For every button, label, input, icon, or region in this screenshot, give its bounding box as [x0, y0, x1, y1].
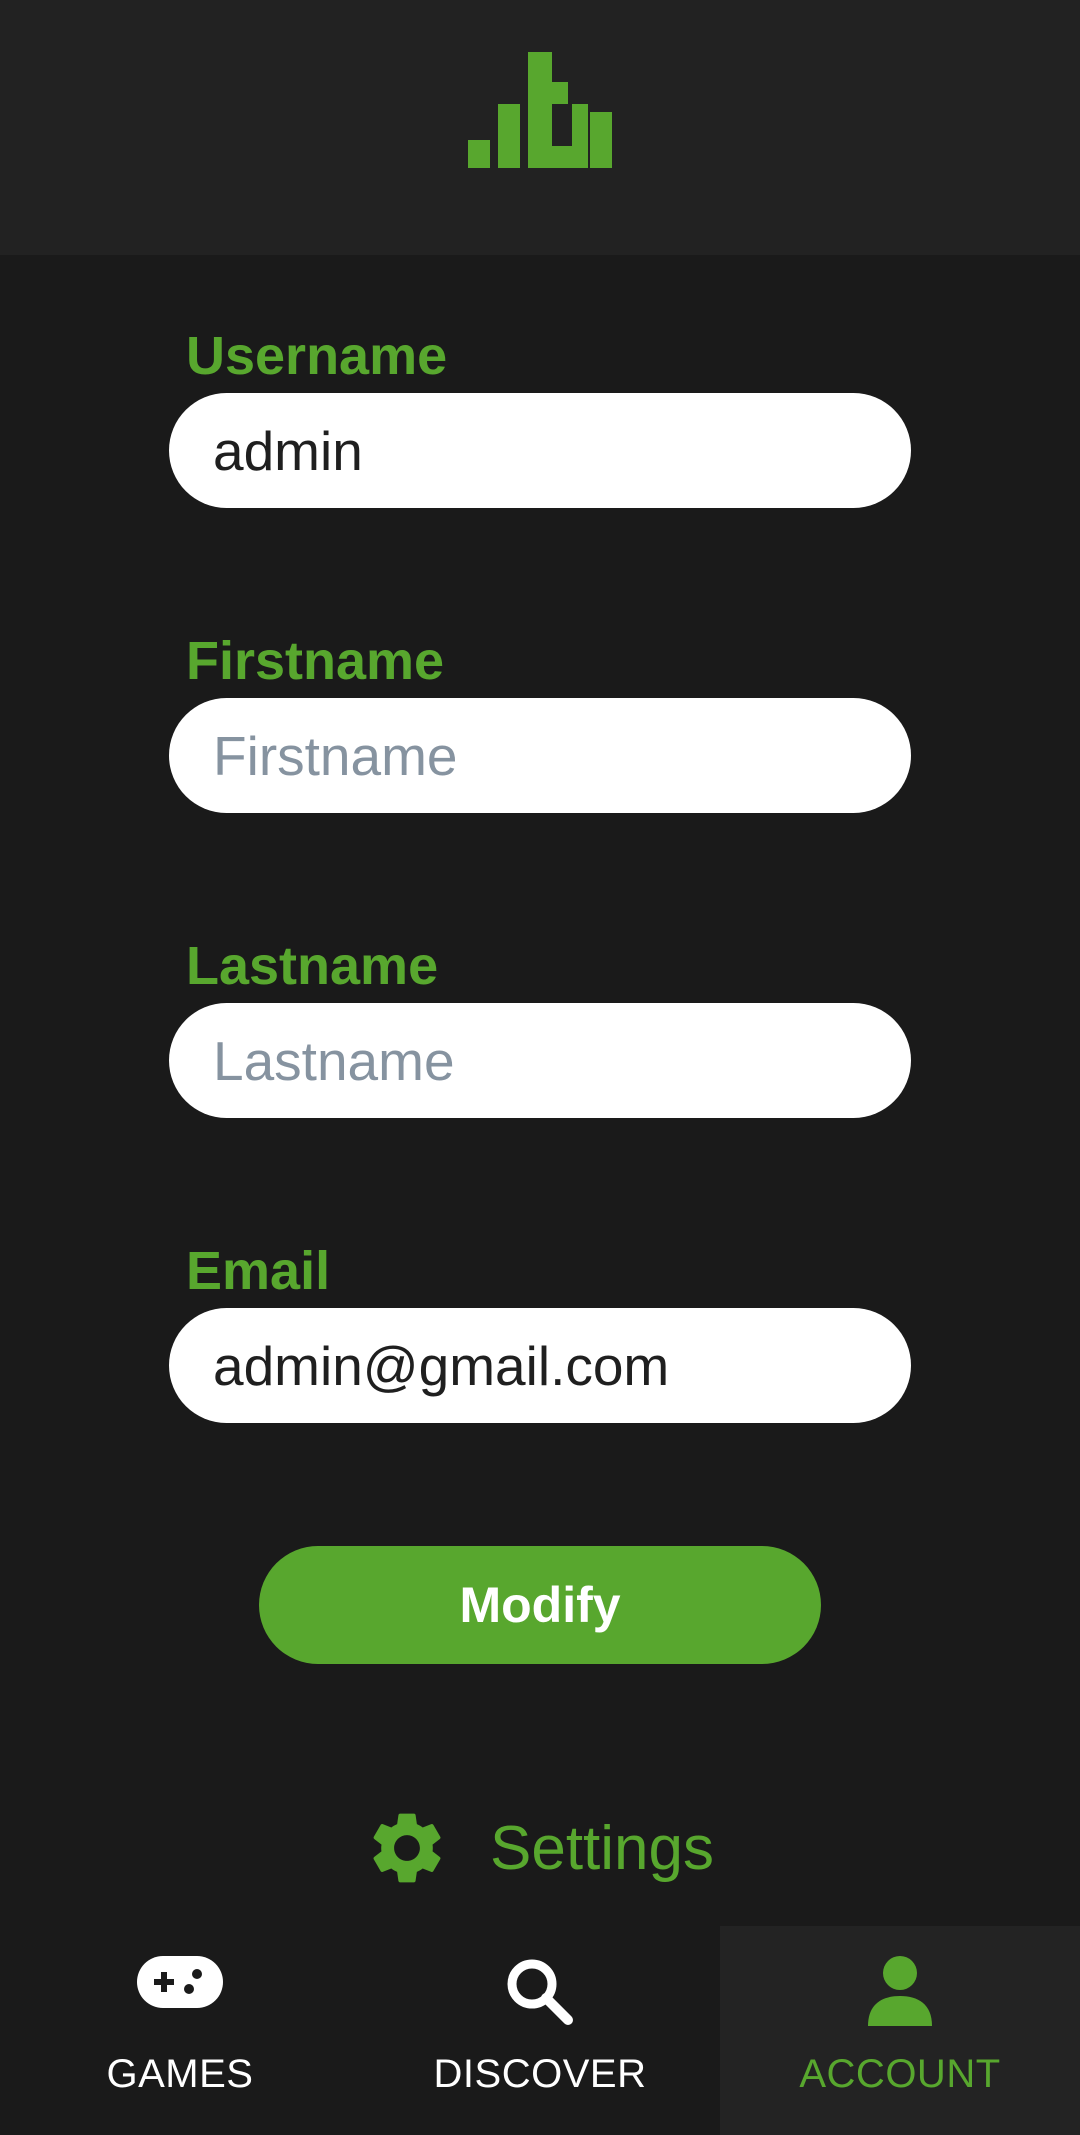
- nav-label-discover: DISCOVER: [433, 2052, 647, 2096]
- email-label: Email: [186, 1241, 331, 1301]
- gamepad-icon: [137, 1956, 223, 2008]
- gear-icon: [373, 1813, 441, 1883]
- nav-item-games[interactable]: GAMES: [0, 1926, 360, 2135]
- email-input[interactable]: [169, 1308, 911, 1423]
- nav-item-discover[interactable]: DISCOVER: [360, 1926, 720, 2135]
- nav-label-account: ACCOUNT: [799, 2052, 1001, 2096]
- bottom-navigation: GAMES DISCOVER ACCOUNT: [0, 1926, 1080, 2135]
- username-label: Username: [186, 326, 448, 386]
- app-header: [0, 0, 1080, 255]
- search-icon: [507, 1959, 573, 2025]
- settings-link[interactable]: Settings: [364, 1800, 714, 1896]
- firstname-label: Firstname: [186, 631, 445, 691]
- lastname-label: Lastname: [186, 936, 439, 996]
- modify-button[interactable]: Modify: [259, 1546, 821, 1664]
- person-icon: [868, 1956, 932, 2026]
- lastname-input[interactable]: [169, 1003, 911, 1118]
- settings-label: Settings: [490, 1813, 715, 1883]
- nav-item-account[interactable]: ACCOUNT: [720, 1926, 1080, 2135]
- app-logo-icon: [468, 52, 612, 168]
- nav-label-games: GAMES: [106, 2052, 254, 2096]
- firstname-input[interactable]: [169, 698, 911, 813]
- username-input[interactable]: [169, 393, 911, 508]
